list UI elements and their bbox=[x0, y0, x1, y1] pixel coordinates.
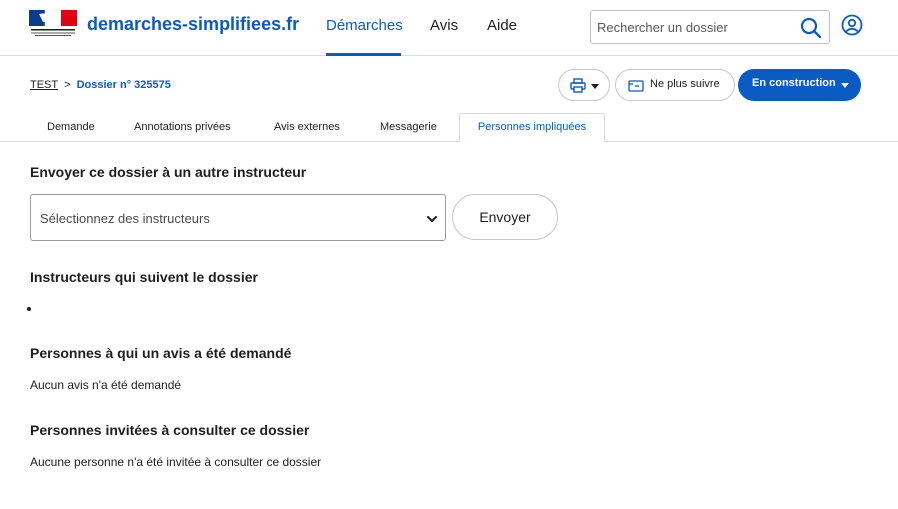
avis-section-title: Personnes à qui un avis a été demandé bbox=[30, 345, 292, 361]
send-button-label: Envoyer bbox=[479, 209, 531, 225]
nav-demarches[interactable]: Démarches bbox=[326, 17, 403, 34]
search-input[interactable] bbox=[597, 17, 793, 37]
chevron-down-icon bbox=[427, 216, 437, 222]
breadcrumb: TEST > Dossier n° 325575 bbox=[30, 79, 171, 91]
invites-empty-text: Aucune personne n'a été invitée à consul… bbox=[30, 455, 322, 469]
instructor-select[interactable]: Sélectionnez des instructeurs bbox=[30, 194, 446, 241]
site-header: demarches-simplifiees.fr Démarches Avis … bbox=[0, 0, 898, 56]
nav-avis[interactable]: Avis bbox=[430, 17, 458, 34]
send-section-title: Envoyer ce dossier à un autre instructeu… bbox=[30, 164, 307, 180]
unfollow-button[interactable]: Ne plus suivre bbox=[615, 69, 735, 101]
status-label: En construction bbox=[752, 77, 836, 89]
unfollow-icon bbox=[628, 80, 644, 92]
printer-icon bbox=[570, 78, 586, 93]
tab-personnes-impliquees-label: Personnes impliquées bbox=[477, 121, 587, 133]
tab-avis-externes[interactable]: Avis externes bbox=[274, 121, 340, 133]
search-box bbox=[590, 10, 830, 44]
followers-list-item bbox=[27, 307, 31, 311]
send-button[interactable]: Envoyer bbox=[452, 194, 558, 240]
site-title[interactable]: demarches-simplifiees.fr bbox=[87, 14, 299, 35]
user-account-icon[interactable] bbox=[841, 14, 863, 36]
tab-personnes-impliquees[interactable]: Personnes impliquées bbox=[459, 113, 605, 143]
caret-down-icon bbox=[841, 83, 849, 88]
breadcrumb-root-link[interactable]: TEST bbox=[30, 79, 58, 91]
search-icon[interactable] bbox=[799, 16, 823, 40]
tab-messagerie[interactable]: Messagerie bbox=[380, 121, 437, 133]
tabs-divider bbox=[0, 141, 898, 142]
print-menu-button[interactable] bbox=[558, 69, 610, 101]
tab-annotations-privees[interactable]: Annotations privées bbox=[134, 121, 231, 133]
instructor-select-placeholder: Sélectionnez des instructeurs bbox=[40, 211, 210, 226]
nav-active-indicator bbox=[326, 53, 401, 56]
avis-empty-text: Aucun avis n'a été demandé bbox=[30, 378, 182, 392]
marianne-logo[interactable] bbox=[29, 10, 77, 38]
status-dropdown-button[interactable]: En construction bbox=[738, 69, 861, 101]
followers-section-title: Instructeurs qui suivent le dossier bbox=[30, 269, 258, 285]
tab-demande[interactable]: Demande bbox=[47, 121, 95, 133]
caret-down-icon bbox=[591, 84, 599, 89]
breadcrumb-current: Dossier n° 325575 bbox=[76, 79, 171, 91]
breadcrumb-separator: > bbox=[64, 79, 71, 91]
invites-section-title: Personnes invitées à consulter ce dossie… bbox=[30, 422, 310, 438]
unfollow-label: Ne plus suivre bbox=[650, 78, 720, 90]
nav-aide[interactable]: Aide bbox=[487, 17, 517, 34]
